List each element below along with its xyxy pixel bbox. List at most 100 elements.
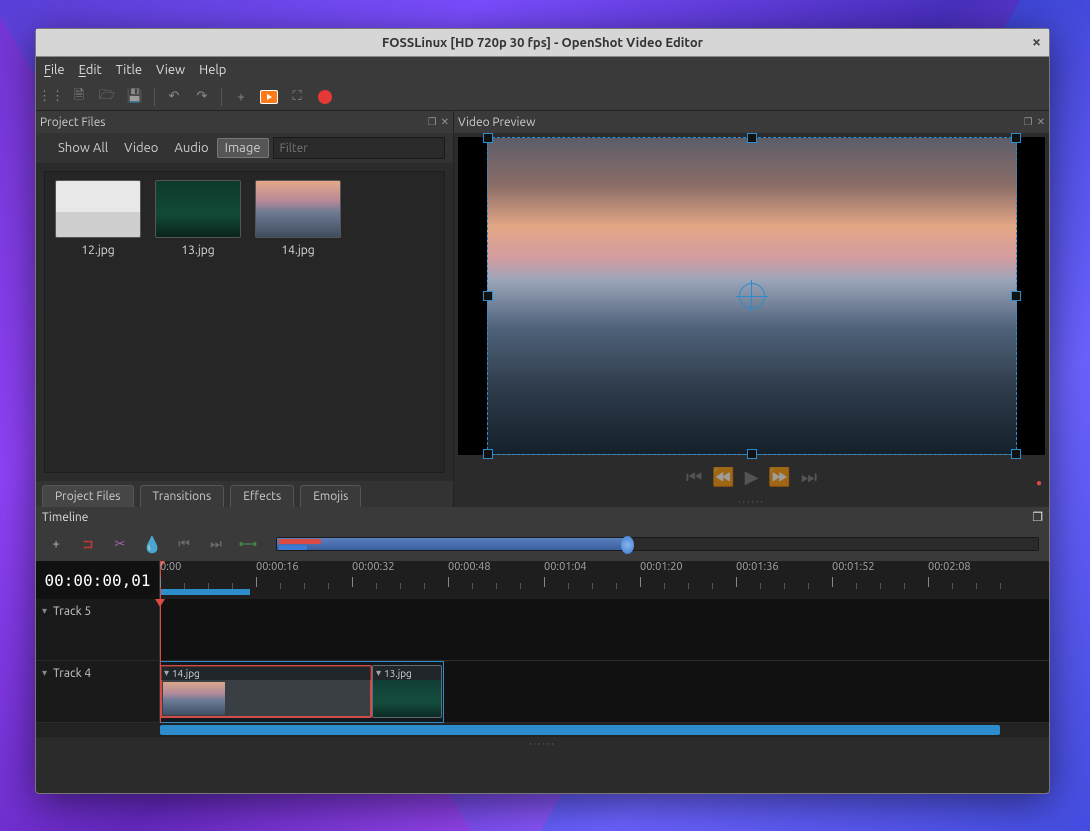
thumbnail-icon xyxy=(155,180,241,238)
menu-edit[interactable]: Edit xyxy=(79,63,102,77)
razor-icon[interactable]: ✂ xyxy=(110,534,130,554)
menu-file[interactable]: File xyxy=(44,63,65,77)
timeline-ruler[interactable]: 0:0000:00:1600:00:3200:00:4800:01:0400:0… xyxy=(160,561,1049,599)
filter-audio[interactable]: Audio xyxy=(166,138,216,158)
timecode-display[interactable]: 00:00:00,01 xyxy=(36,561,160,599)
float-icon[interactable]: ❐ xyxy=(1032,511,1043,524)
timeline-scrollbar[interactable] xyxy=(36,723,1049,737)
ruler-tick: 00:00:16 xyxy=(256,561,299,573)
float-icon[interactable]: ❐ xyxy=(1024,116,1033,128)
resize-handle-icon[interactable] xyxy=(483,133,493,143)
panel-title: Project Files xyxy=(40,116,106,129)
import-icon[interactable]: + xyxy=(232,88,250,106)
ruler-tick: 00:00:48 xyxy=(448,561,491,573)
video-preview-panel: Video Preview ❐ ✕ xyxy=(454,111,1049,507)
resize-handle-icon[interactable] xyxy=(483,291,493,301)
rewind-icon[interactable]: ⏪ xyxy=(712,467,734,488)
jump-end-icon[interactable]: ⏭ xyxy=(801,467,817,488)
undo-icon[interactable]: ↶ xyxy=(165,88,183,106)
zoom-slider[interactable] xyxy=(276,537,1039,551)
file-item[interactable]: 14.jpg xyxy=(253,180,343,464)
file-item[interactable]: 12.jpg xyxy=(53,180,143,464)
zoom-overview-track xyxy=(279,539,321,544)
thumbnail-icon xyxy=(255,180,341,238)
next-marker-icon[interactable]: ⏭ xyxy=(206,534,226,554)
ruler-tick: 00:01:04 xyxy=(544,561,587,573)
project-tabs: Project Files Transitions Effects Emojis xyxy=(36,481,453,507)
record-indicator-icon: ● xyxy=(1036,477,1046,487)
filter-image[interactable]: Image xyxy=(217,138,269,158)
app-window: FOSSLinux [HD 720p 30 fps] - OpenShot Vi… xyxy=(35,28,1050,794)
open-file-icon[interactable]: 🗁 xyxy=(98,88,116,106)
clip-selection-outline xyxy=(160,661,444,723)
ruler-tick: 00:01:36 xyxy=(736,561,779,573)
filter-input[interactable] xyxy=(273,137,445,159)
snap-icon[interactable]: ⊐ xyxy=(78,534,98,554)
export-icon[interactable] xyxy=(316,88,334,106)
close-panel-icon[interactable]: ✕ xyxy=(441,116,449,128)
resize-handle-icon[interactable] xyxy=(483,449,493,459)
filter-bar: Show All Video Audio Image xyxy=(36,133,453,163)
track-label[interactable]: Track 5 xyxy=(36,599,160,660)
tab-project-files[interactable]: Project Files xyxy=(42,485,134,507)
center-target-icon[interactable] xyxy=(739,283,765,309)
ruler-tick: 0:00 xyxy=(160,561,181,573)
float-icon[interactable]: ❐ xyxy=(428,116,437,128)
close-icon[interactable]: × xyxy=(1032,33,1041,51)
transport-controls: ⏮ ⏪ ▶ ⏩ ⏭ xyxy=(454,459,1049,495)
tab-emojis[interactable]: Emojis xyxy=(300,485,361,507)
resize-handle-icon[interactable] xyxy=(747,133,757,143)
save-icon[interactable]: 💾 xyxy=(126,88,144,106)
panel-title: Video Preview xyxy=(458,116,535,129)
file-grid[interactable]: 12.jpg 13.jpg 14.jpg xyxy=(44,171,445,473)
fullscreen-icon[interactable]: ⛶ xyxy=(288,88,306,106)
separator xyxy=(221,88,222,106)
splitter-handle-icon[interactable]: ······ xyxy=(454,495,1049,507)
grip-icon[interactable]: ⋮⋮ xyxy=(42,88,60,106)
resize-handle-icon[interactable] xyxy=(1011,291,1021,301)
resize-handle-icon[interactable] xyxy=(1011,133,1021,143)
menu-help[interactable]: Help xyxy=(199,63,226,77)
ruler-tick: 00:01:52 xyxy=(832,561,875,573)
add-marker-icon[interactable]: 💧 xyxy=(142,534,162,554)
resize-handle-icon[interactable] xyxy=(1011,449,1021,459)
splitter-handle-icon[interactable]: ······ xyxy=(36,737,1049,749)
menubar: File Edit Title View Help xyxy=(36,57,1049,83)
project-files-panel: Project Files ❐ ✕ Show All Video Audio Im… xyxy=(36,111,454,507)
filter-show-all[interactable]: Show All xyxy=(50,138,116,158)
track-lane[interactable] xyxy=(160,599,1049,660)
profile-icon[interactable] xyxy=(260,88,278,106)
panel-title: Timeline xyxy=(42,511,88,524)
close-panel-icon[interactable]: ✕ xyxy=(1037,116,1045,128)
ruler-tick: 00:02:08 xyxy=(928,561,971,573)
redo-icon[interactable]: ↷ xyxy=(193,88,211,106)
file-label: 14.jpg xyxy=(281,244,314,257)
zoom-overview-track xyxy=(279,545,307,550)
selection-box[interactable] xyxy=(487,137,1017,455)
tab-effects[interactable]: Effects xyxy=(230,485,294,507)
add-track-icon[interactable]: + xyxy=(46,534,66,554)
resize-handle-icon[interactable] xyxy=(747,449,757,459)
jump-start-icon[interactable]: ⏮ xyxy=(686,467,702,488)
prev-marker-icon[interactable]: ⏮ xyxy=(174,534,194,554)
new-file-icon[interactable]: 🗎 xyxy=(70,88,88,106)
ruler-tick: 00:01:20 xyxy=(640,561,683,573)
playhead-line[interactable] xyxy=(160,599,161,723)
play-icon[interactable]: ▶ xyxy=(745,467,759,488)
filter-video[interactable]: Video xyxy=(116,138,166,158)
file-item[interactable]: 13.jpg xyxy=(153,180,243,464)
forward-icon[interactable]: ⏩ xyxy=(768,467,790,488)
zoom-handle-icon[interactable] xyxy=(621,536,634,554)
scrollbar-thumb[interactable] xyxy=(160,725,1000,735)
track-label[interactable]: Track 4 xyxy=(36,661,160,722)
center-playhead-icon[interactable]: ⟷ xyxy=(238,534,258,554)
thumbnail-icon xyxy=(55,180,141,238)
timeline-tracks: Track 5 Track 4 14.jpg13.jpg xyxy=(36,599,1049,723)
menu-view[interactable]: View xyxy=(156,63,185,77)
menu-title[interactable]: Title xyxy=(116,63,142,77)
tab-transitions[interactable]: Transitions xyxy=(140,485,225,507)
preview-canvas[interactable] xyxy=(487,137,1017,455)
file-label: 12.jpg xyxy=(81,244,114,257)
selection-range xyxy=(160,589,250,595)
titlebar[interactable]: FOSSLinux [HD 720p 30 fps] - OpenShot Vi… xyxy=(36,29,1049,57)
